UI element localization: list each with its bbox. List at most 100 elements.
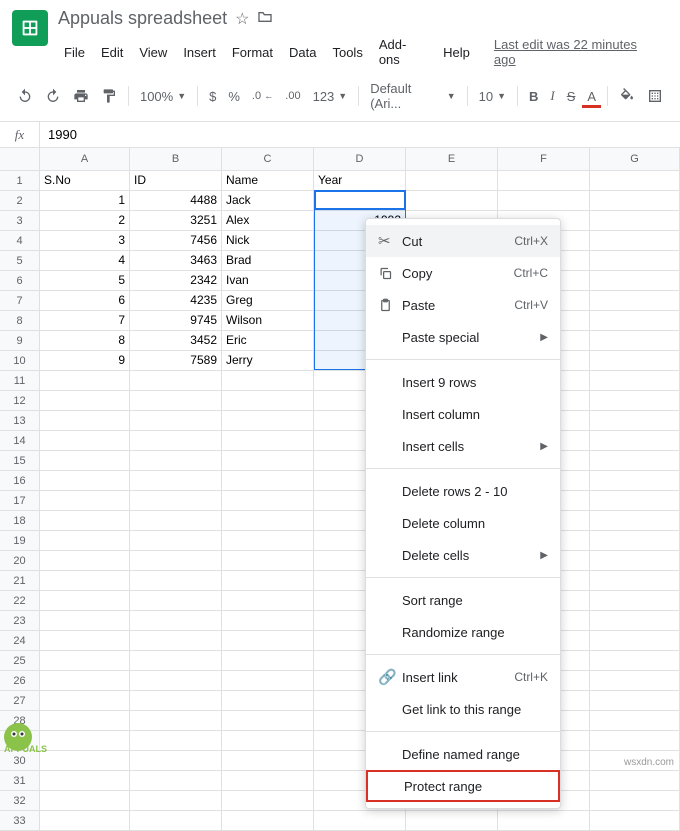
cell[interactable]: 9 [40, 351, 130, 371]
currency-button[interactable]: $ [204, 85, 221, 108]
cell[interactable] [590, 471, 680, 491]
menu-format[interactable]: Format [226, 41, 279, 64]
ctx-sort-range[interactable]: Sort range [366, 584, 560, 616]
cell[interactable] [222, 491, 314, 511]
col-header-d[interactable]: D [314, 148, 406, 170]
bold-button[interactable]: B [524, 85, 543, 108]
row-header[interactable]: 27 [0, 691, 40, 711]
increase-decimal-button[interactable]: .00 [280, 86, 305, 106]
ctx-paste-special[interactable]: Paste special ▶ [366, 321, 560, 353]
cell[interactable] [130, 771, 222, 791]
cell[interactable] [40, 491, 130, 511]
cell[interactable] [222, 411, 314, 431]
cell[interactable] [590, 511, 680, 531]
cell[interactable] [590, 291, 680, 311]
cell[interactable] [130, 631, 222, 651]
row-header[interactable]: 7 [0, 291, 40, 311]
ctx-delete-cells[interactable]: Delete cells▶ [366, 539, 560, 571]
cell[interactable] [498, 811, 590, 831]
ctx-insert-link[interactable]: 🔗 Insert link Ctrl+K [366, 661, 560, 693]
row-header[interactable]: 21 [0, 571, 40, 591]
cell[interactable] [40, 531, 130, 551]
more-formats-button[interactable]: 123▼ [308, 85, 353, 108]
cell[interactable] [40, 451, 130, 471]
cell[interactable] [130, 691, 222, 711]
cell[interactable] [222, 391, 314, 411]
row-header[interactable]: 1 [0, 171, 40, 191]
row-header[interactable]: 12 [0, 391, 40, 411]
cell[interactable] [590, 611, 680, 631]
cell[interactable] [40, 391, 130, 411]
cell[interactable] [590, 271, 680, 291]
menu-view[interactable]: View [133, 41, 173, 64]
cell[interactable]: 4488 [130, 191, 222, 211]
cell[interactable] [590, 411, 680, 431]
cell[interactable] [222, 431, 314, 451]
cell[interactable]: S.No [40, 171, 130, 191]
cell[interactable] [40, 471, 130, 491]
cell[interactable] [590, 491, 680, 511]
cell[interactable] [590, 531, 680, 551]
row-header[interactable]: 5 [0, 251, 40, 271]
cell[interactable] [40, 671, 130, 691]
col-header-c[interactable]: C [222, 148, 314, 170]
cell[interactable]: 1990 [314, 191, 406, 211]
col-header-e[interactable]: E [406, 148, 498, 170]
cell[interactable]: Eric [222, 331, 314, 351]
cell[interactable] [222, 551, 314, 571]
cell[interactable] [40, 691, 130, 711]
row-header[interactable]: 13 [0, 411, 40, 431]
cell[interactable]: 6 [40, 291, 130, 311]
cell[interactable] [590, 691, 680, 711]
move-icon[interactable] [257, 9, 273, 28]
menu-tools[interactable]: Tools [326, 41, 368, 64]
menu-data[interactable]: Data [283, 41, 322, 64]
cell[interactable] [130, 531, 222, 551]
cell[interactable] [222, 651, 314, 671]
cell[interactable] [222, 691, 314, 711]
row-header[interactable]: 31 [0, 771, 40, 791]
cell[interactable] [40, 811, 130, 831]
cell[interactable] [590, 651, 680, 671]
cell[interactable] [590, 231, 680, 251]
cell[interactable] [590, 791, 680, 811]
cell[interactable] [590, 191, 680, 211]
cell[interactable]: 9745 [130, 311, 222, 331]
cell[interactable]: 3251 [130, 211, 222, 231]
cell[interactable]: 4235 [130, 291, 222, 311]
col-header-g[interactable]: G [590, 148, 680, 170]
cell[interactable] [222, 591, 314, 611]
row-header[interactable]: 8 [0, 311, 40, 331]
row-header[interactable]: 33 [0, 811, 40, 831]
menu-edit[interactable]: Edit [95, 41, 129, 64]
row-header[interactable]: 6 [0, 271, 40, 291]
row-header[interactable]: 17 [0, 491, 40, 511]
cell[interactable]: Greg [222, 291, 314, 311]
cell[interactable] [590, 671, 680, 691]
cell[interactable] [130, 671, 222, 691]
cell[interactable] [222, 631, 314, 651]
cell[interactable] [130, 391, 222, 411]
cell[interactable] [222, 711, 314, 731]
menu-addons[interactable]: Add-ons [373, 33, 433, 71]
spreadsheet-grid[interactable]: A B C D E F G 1S.NoIDNameYear214488Jack1… [0, 148, 680, 831]
percent-button[interactable]: % [223, 85, 245, 108]
cell[interactable]: Jack [222, 191, 314, 211]
cell[interactable] [130, 551, 222, 571]
cell[interactable] [590, 391, 680, 411]
fill-color-button[interactable] [614, 84, 640, 108]
cell[interactable] [590, 711, 680, 731]
cell[interactable] [40, 791, 130, 811]
cell[interactable] [590, 811, 680, 831]
cell[interactable] [590, 571, 680, 591]
cell[interactable] [40, 591, 130, 611]
fx-icon[interactable]: fx [0, 122, 40, 147]
cell[interactable] [498, 171, 590, 191]
ctx-get-link[interactable]: Get link to this range [366, 693, 560, 725]
font-size-select[interactable]: 10▼ [474, 85, 511, 108]
ctx-delete-column[interactable]: Delete column [366, 507, 560, 539]
cell[interactable] [314, 811, 406, 831]
cell[interactable]: Nick [222, 231, 314, 251]
print-button[interactable] [68, 84, 94, 108]
cell[interactable] [130, 791, 222, 811]
